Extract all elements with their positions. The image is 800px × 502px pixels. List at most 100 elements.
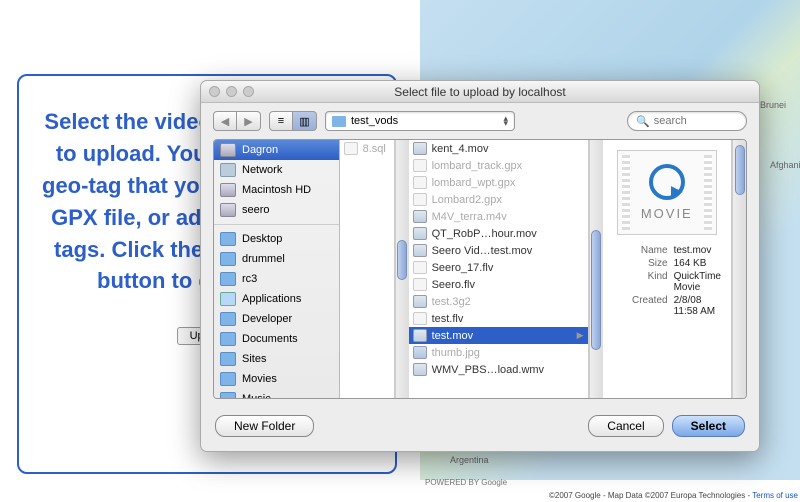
cancel-button[interactable]: Cancel (588, 415, 663, 437)
file-row[interactable]: test.3g2 (409, 293, 588, 310)
sidebar-item[interactable]: Desktop (214, 229, 339, 249)
search-input[interactable] (654, 115, 739, 127)
file-row[interactable]: test.mov ▶ (409, 327, 588, 344)
scroll-thumb[interactable] (397, 240, 407, 280)
back-button[interactable]: ◀ (213, 111, 237, 131)
file-row[interactable]: test.flv (409, 310, 588, 327)
scrollbar[interactable] (732, 140, 746, 398)
minimize-icon[interactable] (226, 86, 237, 97)
forward-button[interactable]: ▶ (237, 111, 261, 131)
video-file-icon (413, 244, 427, 257)
list-icon: ≡ (278, 115, 284, 127)
file-row[interactable]: Lombard2.gpx (409, 191, 588, 208)
video-file-icon (413, 329, 427, 342)
sidebar-item[interactable]: Network (214, 160, 339, 180)
dialog-button-bar: New Folder Cancel Select (201, 407, 759, 451)
sidebar-item[interactable]: rc3 (214, 269, 339, 289)
doc-file-icon (413, 159, 427, 172)
scroll-thumb[interactable] (591, 230, 601, 350)
sidebar-item[interactable]: Movies (214, 369, 339, 389)
scroll-thumb[interactable] (735, 145, 745, 195)
file-name: test.3g2 (432, 296, 471, 308)
file-name: lombard_wpt.gpx (432, 177, 516, 189)
sidebar-divider (214, 224, 339, 225)
sidebar-item-label: Dagron (242, 144, 278, 156)
file-row[interactable]: Seero_17.flv (409, 259, 588, 276)
sidebar-item[interactable]: Documents (214, 329, 339, 349)
disk-icon (220, 203, 236, 217)
preview-movie-label: MOVIE (641, 206, 693, 221)
zoom-icon[interactable] (243, 86, 254, 97)
video-file-icon (413, 295, 427, 308)
new-folder-button[interactable]: New Folder (215, 415, 314, 437)
file-row[interactable]: QT_RobP…hour.mov (409, 225, 588, 242)
file-icon (344, 142, 358, 155)
path-popup[interactable]: test_vods ▴▾ (325, 111, 515, 131)
file-row[interactable]: 8.sql (340, 140, 394, 157)
file-row[interactable]: thumb.jpg (409, 344, 588, 361)
file-name: test.flv (432, 313, 464, 325)
scrollbar[interactable] (589, 140, 603, 398)
sidebar-item[interactable]: Music (214, 389, 339, 398)
sidebar-item[interactable]: Dagron (214, 140, 339, 160)
folder-icon (220, 252, 236, 266)
file-row[interactable]: kent_4.mov (409, 140, 588, 157)
sidebar-item[interactable]: Sites (214, 349, 339, 369)
file-row[interactable]: Seero Vid…test.mov (409, 242, 588, 259)
sidebar-item[interactable]: Applications (214, 289, 339, 309)
video-file-icon (413, 142, 427, 155)
preview-pane: MOVIE Nametest.mov Size164 KB KindQuickT… (603, 140, 732, 398)
sidebar-item[interactable]: Macintosh HD (214, 180, 339, 200)
sidebar-item-label: rc3 (242, 273, 257, 285)
sidebar-item-label: Movies (242, 373, 277, 385)
column-2[interactable]: kent_4.mov lombard_track.gpx lombard_wpt.g… (409, 140, 589, 398)
close-icon[interactable] (209, 86, 220, 97)
sidebar-item-label: Developer (242, 313, 292, 325)
chevron-right-icon: ▶ (577, 330, 584, 341)
video-file-icon (413, 363, 427, 376)
search-field[interactable]: 🔍 (627, 111, 747, 131)
preview-metadata: Nametest.mov Size164 KB KindQuickTime Mo… (613, 245, 721, 317)
chevron-left-icon: ◀ (221, 115, 229, 128)
file-name: WMV_PBS…load.wmv (432, 364, 544, 376)
map-powered-by: POWERED BY Google (425, 478, 507, 487)
file-row[interactable]: M4V_terra.m4v (409, 208, 588, 225)
file-name: test.mov (432, 330, 474, 342)
quicktime-icon (649, 164, 685, 200)
dialog-titlebar[interactable]: Select file to upload by localhost (201, 81, 759, 103)
map-label: Brunei (760, 100, 786, 110)
file-row[interactable]: WMV_PBS…load.wmv (409, 361, 588, 378)
app-icon (220, 292, 236, 306)
file-row[interactable]: Seero.flv (409, 276, 588, 293)
sidebar-item-label: Applications (242, 293, 301, 305)
file-name: kent_4.mov (432, 143, 489, 155)
column-browser: 8.sql kent_4.mov lombard_track.gpxlombard… (340, 140, 746, 398)
file-row[interactable]: lombard_track.gpx (409, 157, 588, 174)
folder-icon (220, 352, 236, 366)
disk-icon (220, 183, 236, 197)
file-row[interactable]: lombard_wpt.gpx (409, 174, 588, 191)
file-open-dialog: Select file to upload by localhost ◀ ▶ ≡… (200, 80, 760, 452)
column-1[interactable]: 8.sql (340, 140, 395, 398)
sidebar-item-label: Documents (242, 333, 298, 345)
column-view-button[interactable]: ▥ (293, 111, 317, 131)
sidebar-item[interactable]: Developer (214, 309, 339, 329)
sidebar-item[interactable]: drummel (214, 249, 339, 269)
list-view-button[interactable]: ≡ (269, 111, 293, 131)
video-file-icon (413, 227, 427, 240)
map-copyright: ©2007 Google - Map Data ©2007 Europa Tec… (547, 489, 800, 502)
doc-file-icon (413, 193, 427, 206)
sidebar-item-label: Network (242, 164, 282, 176)
columns-icon: ▥ (299, 115, 309, 128)
file-name: Seero Vid…test.mov (432, 245, 533, 257)
map-terms-link[interactable]: Terms of use (752, 491, 798, 500)
folder-icon (220, 372, 236, 386)
select-button[interactable]: Select (672, 415, 745, 437)
sidebar-item-label: drummel (242, 253, 285, 265)
sidebar-item[interactable]: seero (214, 200, 339, 220)
folder-icon (220, 332, 236, 346)
sidebar-item-label: Desktop (242, 233, 282, 245)
scrollbar[interactable] (395, 140, 409, 398)
traffic-lights (209, 86, 254, 97)
file-name: QT_RobP…hour.mov (432, 228, 537, 240)
